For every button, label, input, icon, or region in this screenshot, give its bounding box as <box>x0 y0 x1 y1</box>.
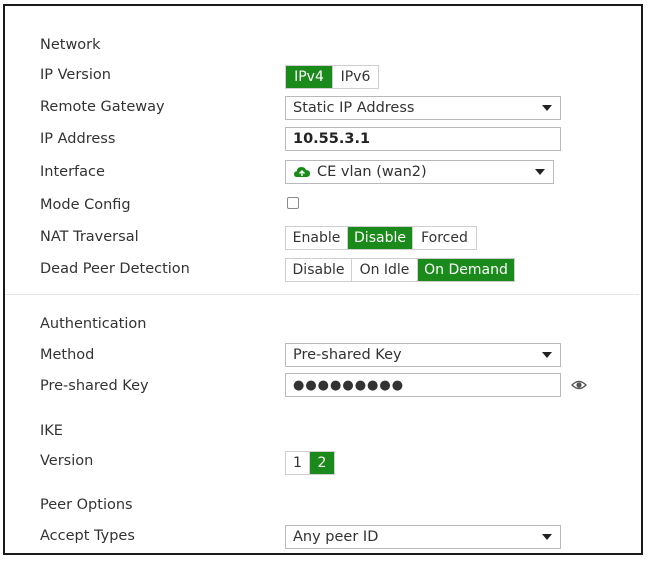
ip-address-input[interactable]: 10.55.3.1 <box>285 127 561 151</box>
nat-traversal-toggle: Enable Disable Forced <box>285 226 477 250</box>
preshared-key-value: ●●●●●●●●● <box>293 377 405 393</box>
ip-address-value: 10.55.3.1 <box>293 131 371 147</box>
ip-version-ipv4-option[interactable]: IPv4 <box>286 66 333 88</box>
remote-gateway-select[interactable]: Static IP Address <box>285 96 561 120</box>
interface-value: CE vlan (wan2) <box>317 164 427 180</box>
ike-version-2-option[interactable]: 2 <box>310 452 334 474</box>
method-label: Method <box>40 347 95 363</box>
accept-types-value: Any peer ID <box>293 529 379 545</box>
chevron-down-icon <box>542 534 552 540</box>
remote-gateway-label: Remote Gateway <box>40 99 165 115</box>
section-divider <box>5 294 639 295</box>
accept-types-select[interactable]: Any peer ID <box>285 525 561 549</box>
eye-icon[interactable] <box>571 379 587 391</box>
chevron-down-icon <box>535 169 545 175</box>
remote-gateway-value: Static IP Address <box>293 100 415 116</box>
peer-options-heading: Peer Options <box>40 497 133 513</box>
ip-address-label: IP Address <box>40 131 116 147</box>
chevron-down-icon <box>542 352 552 358</box>
network-heading: Network <box>40 37 101 53</box>
ike-heading: IKE <box>40 423 63 439</box>
dpd-disable-option[interactable]: Disable <box>286 259 352 281</box>
preshared-key-input[interactable]: ●●●●●●●●● <box>285 373 561 397</box>
ip-version-toggle: IPv4 IPv6 <box>285 65 379 89</box>
ike-version-1-option[interactable]: 1 <box>286 452 310 474</box>
chevron-down-icon <box>542 105 552 111</box>
interface-label: Interface <box>40 164 105 180</box>
mode-config-label: Mode Config <box>40 197 131 213</box>
mode-config-checkbox[interactable] <box>287 197 299 209</box>
dpd-on-demand-option[interactable]: On Demand <box>418 259 514 281</box>
interface-select[interactable]: CE vlan (wan2) <box>285 160 554 184</box>
ip-version-ipv6-option[interactable]: IPv6 <box>333 66 378 88</box>
preshared-key-label: Pre-shared Key <box>40 378 149 394</box>
dead-peer-detection-toggle: Disable On Idle On Demand <box>285 258 515 282</box>
nat-traversal-forced-option[interactable]: Forced <box>413 227 476 249</box>
ip-version-label: IP Version <box>40 67 111 83</box>
nat-traversal-label: NAT Traversal <box>40 229 139 245</box>
cloud-icon <box>294 167 310 177</box>
method-value: Pre-shared Key <box>293 347 402 363</box>
dead-peer-detection-label: Dead Peer Detection <box>40 261 190 277</box>
authentication-heading: Authentication <box>40 316 147 332</box>
ike-version-toggle: 1 2 <box>285 451 335 475</box>
dpd-on-idle-option[interactable]: On Idle <box>352 259 418 281</box>
ike-version-label: Version <box>40 453 94 469</box>
accept-types-label: Accept Types <box>40 528 135 544</box>
nat-traversal-enable-option[interactable]: Enable <box>286 227 348 249</box>
nat-traversal-disable-option[interactable]: Disable <box>348 227 413 249</box>
method-select[interactable]: Pre-shared Key <box>285 343 561 367</box>
